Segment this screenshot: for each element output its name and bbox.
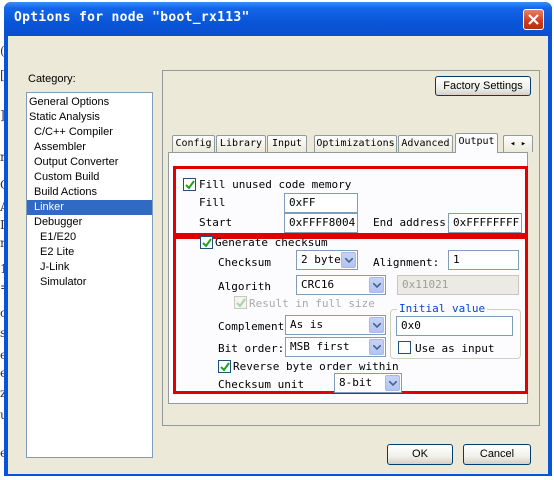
category-item[interactable]: Linker <box>27 200 152 215</box>
tab-scroll-buttons[interactable]: ◂ ▸ <box>503 135 533 152</box>
category-item[interactable]: Static Analysis <box>27 110 152 125</box>
end-address-label: End address: <box>373 216 453 229</box>
bit-order-value: MSB first <box>290 340 350 353</box>
tab-library[interactable]: Library <box>216 135 266 152</box>
bit-order-label: Bit order: <box>218 342 285 355</box>
tab-config[interactable]: Config <box>172 135 215 152</box>
tab-input[interactable]: Input <box>267 135 307 152</box>
checksum-unit-select[interactable]: 8-bit <box>334 373 402 393</box>
category-item[interactable]: Build Actions <box>27 185 152 200</box>
cancel-button[interactable]: Cancel <box>463 444 531 465</box>
chevron-down-icon[interactable] <box>369 339 384 355</box>
fill-label: Fill <box>199 196 226 209</box>
reverse-byte-order-checkbox[interactable] <box>218 360 231 373</box>
use-as-input-checkbox[interactable] <box>398 341 411 354</box>
chevron-down-icon[interactable] <box>385 375 400 391</box>
category-item[interactable]: Assembler <box>27 140 152 155</box>
chevron-down-icon[interactable] <box>341 252 356 268</box>
result-full-size-checkbox <box>234 296 247 309</box>
category-list[interactable]: General Options Static Analysis C/C++ Comp… <box>26 92 153 458</box>
close-icon <box>528 14 539 25</box>
algorithm-select[interactable]: CRC16 <box>296 275 386 295</box>
tab-advanced[interactable]: Advanced <box>398 135 453 152</box>
ok-button[interactable]: OK <box>387 444 453 465</box>
algorithm-value: CRC16 <box>301 278 335 291</box>
complement-select[interactable]: As is <box>285 315 386 335</box>
fill-value-field[interactable]: 0xFF <box>284 193 358 213</box>
category-item[interactable]: Simulator <box>27 275 152 290</box>
category-label: Category: <box>28 73 76 85</box>
use-as-input-label: Use as input <box>415 342 495 355</box>
close-button[interactable] <box>523 9 544 30</box>
tab-output[interactable]: Output <box>455 133 498 153</box>
category-item[interactable]: E1/E20 <box>27 230 152 245</box>
bit-order-select[interactable]: MSB first <box>285 337 386 357</box>
checksum-unit-value: 8-bit <box>339 376 373 389</box>
category-item[interactable]: Debugger <box>27 215 152 230</box>
category-item[interactable]: C/C++ Compiler <box>27 125 152 140</box>
complement-value: As is <box>290 318 324 331</box>
end-address-field[interactable]: 0xFFFFFFFF <box>448 213 522 233</box>
start-label: Start <box>199 216 233 229</box>
category-item[interactable]: General Options <box>27 95 152 110</box>
initial-value-title: Initial value <box>397 302 488 315</box>
category-item[interactable]: Output Converter <box>27 155 152 170</box>
alignment-label: Alignment: <box>373 256 440 269</box>
reverse-byte-order-label: Reverse byte order within <box>233 360 399 373</box>
tab-optimizations[interactable]: Optimizations <box>314 135 397 152</box>
checksum-label: Checksum <box>218 256 271 269</box>
category-item[interactable]: Custom Build <box>27 170 152 185</box>
checkmark-icon <box>220 362 230 372</box>
algorithm-label: Algorith <box>218 280 271 293</box>
fill-unused-checkbox[interactable] <box>183 178 196 191</box>
generate-checksum-label: Generate checksum <box>215 236 328 249</box>
checkmark-icon <box>185 180 195 190</box>
checksum-unit-label: Checksum unit <box>218 378 305 391</box>
checkmark-icon <box>236 298 246 308</box>
alignment-field[interactable]: 1 <box>448 250 519 270</box>
complement-label: Complement: <box>218 320 291 333</box>
polynomial-field: 0x11021 <box>397 275 519 295</box>
category-item[interactable]: E2 Lite <box>27 245 152 260</box>
window-title: Options for node "boot_rx113" <box>14 10 250 25</box>
generate-checksum-checkbox[interactable] <box>200 236 213 249</box>
start-address-field[interactable]: 0xFFFF8004 <box>284 213 358 233</box>
result-full-size-label: Result in full size <box>249 297 375 310</box>
initial-value-field[interactable]: 0x0 <box>396 316 513 336</box>
category-item[interactable]: J-Link <box>27 260 152 275</box>
checksum-size-select[interactable]: 2 bytes <box>296 250 358 270</box>
chevron-down-icon[interactable] <box>369 317 384 333</box>
chevron-down-icon[interactable] <box>369 277 384 293</box>
factory-settings-button[interactable]: Factory Settings <box>435 76 531 96</box>
fill-unused-label: Fill unused code memory <box>199 178 352 191</box>
checkmark-icon <box>202 238 212 248</box>
